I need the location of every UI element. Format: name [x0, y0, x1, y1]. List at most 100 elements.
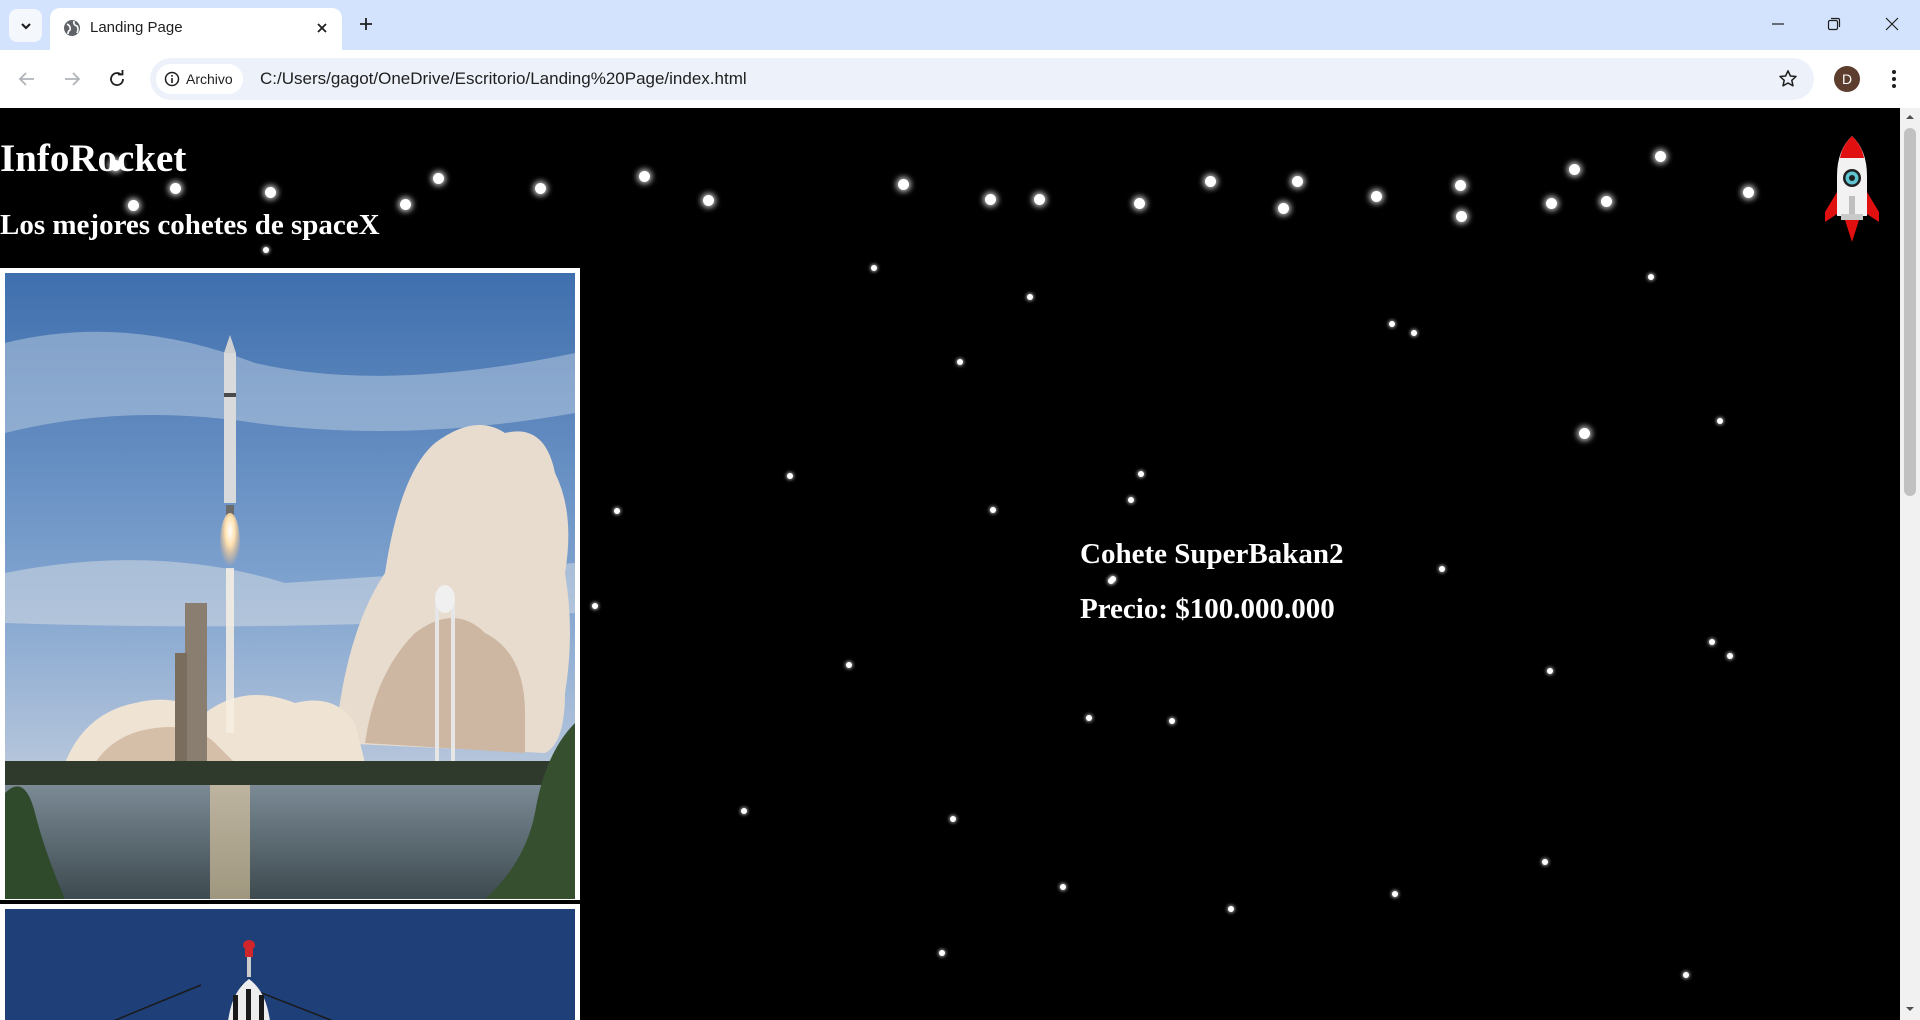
star-dot — [639, 171, 650, 182]
tab-close-button[interactable] — [310, 16, 334, 40]
star-dot — [535, 183, 546, 194]
star-dot — [263, 247, 269, 253]
star-dot — [1717, 418, 1723, 424]
star-dot — [1655, 151, 1666, 162]
chevron-down-icon — [20, 22, 31, 30]
star-dot — [1547, 668, 1553, 674]
star-dot — [950, 816, 956, 822]
rocket-launch-photo — [5, 273, 575, 899]
star-dot — [592, 603, 598, 609]
page-scrollbar[interactable] — [1900, 108, 1920, 1020]
info-icon — [164, 71, 180, 87]
browser-toolbar: Archivo C:/Users/gagot/OneDrive/Escritor… — [0, 50, 1920, 108]
close-window-icon — [1885, 17, 1899, 31]
star-dot — [1138, 471, 1144, 477]
star-dot — [1648, 274, 1654, 280]
star-dot — [1579, 428, 1590, 439]
star-dot — [1371, 191, 1382, 202]
star-dot — [1455, 180, 1466, 191]
scroll-up-icon[interactable] — [1905, 112, 1915, 122]
star-dot — [787, 473, 793, 479]
star-dot — [871, 265, 877, 271]
star-dot — [990, 507, 996, 513]
forward-button[interactable] — [56, 63, 88, 95]
star-dot — [1027, 294, 1033, 300]
star-dot — [898, 179, 909, 190]
star-dot — [985, 194, 996, 205]
star-dot — [1601, 196, 1612, 207]
star-dot — [1034, 194, 1045, 205]
rocket-logo — [1825, 136, 1879, 242]
star-dot — [1134, 198, 1145, 209]
star-icon — [1779, 70, 1797, 87]
star-dot — [1456, 211, 1467, 222]
star-dot — [170, 183, 181, 194]
star-dot — [846, 662, 852, 668]
rocket-nose-photo — [5, 909, 575, 1020]
address-bar[interactable]: Archivo C:/Users/gagot/OneDrive/Escritor… — [150, 58, 1814, 100]
reload-icon — [110, 70, 124, 86]
page-subtitle: Los mejores cohetes de spaceX — [0, 209, 380, 241]
product-info: Cohete SuperBakan2 Precio: $100.000.000 — [1080, 538, 1343, 626]
product-name: Cohete SuperBakan2 — [1080, 538, 1344, 570]
new-tab-button[interactable] — [352, 10, 380, 38]
kebab-menu-icon — [1892, 70, 1896, 88]
star-dot — [703, 195, 714, 206]
tab-search-button[interactable] — [9, 9, 42, 42]
scroll-down-icon[interactable] — [1905, 1004, 1915, 1014]
star-dot — [1709, 639, 1715, 645]
browser-menu-button[interactable] — [1879, 64, 1909, 94]
star-dot — [1292, 176, 1303, 187]
star-dot — [1228, 906, 1234, 912]
reload-button[interactable] — [101, 63, 133, 95]
star-dot — [1128, 497, 1134, 503]
url-text[interactable]: C:/Users/gagot/OneDrive/Escritorio/Landi… — [260, 69, 747, 89]
minimize-button[interactable] — [1750, 0, 1806, 48]
star-dot — [1060, 884, 1066, 890]
star-dot — [1542, 859, 1548, 865]
star-dot — [1569, 164, 1580, 175]
rocket-launch-image — [0, 268, 580, 900]
back-button[interactable] — [11, 63, 43, 95]
site-info-chip[interactable]: Archivo — [156, 64, 243, 94]
star-dot — [1683, 972, 1689, 978]
star-dot — [741, 808, 747, 814]
star-dot — [433, 173, 444, 184]
star-dot — [1169, 718, 1175, 724]
page-viewport: InfoRocket Los mejores cohetes de spaceX — [0, 108, 1900, 1020]
star-dot — [1086, 715, 1092, 721]
page-title: InfoRocket — [0, 137, 187, 180]
star-dot — [939, 950, 945, 956]
star-dot — [957, 359, 963, 365]
star-dot — [1205, 176, 1216, 187]
star-dot — [1392, 891, 1398, 897]
star-dot — [1278, 203, 1289, 214]
star-dot — [1389, 321, 1395, 327]
back-arrow-icon — [18, 72, 34, 86]
star-dot — [1743, 187, 1754, 198]
rocket-nose-image — [0, 904, 580, 1020]
restore-icon — [1827, 17, 1841, 31]
star-dot — [1546, 198, 1557, 209]
star-dot — [1727, 653, 1733, 659]
minimize-icon — [1772, 23, 1784, 25]
close-icon — [317, 23, 327, 33]
forward-arrow-icon — [65, 72, 81, 86]
profile-avatar[interactable]: D — [1834, 66, 1860, 92]
tab-title: Landing Page — [90, 19, 183, 36]
close-window-button[interactable] — [1864, 0, 1920, 48]
plus-icon — [360, 18, 372, 30]
bookmark-button[interactable] — [1776, 67, 1800, 91]
site-chip-label: Archivo — [186, 71, 233, 87]
star-dot — [1411, 330, 1417, 336]
star-dot — [400, 199, 411, 210]
product-price: Precio: $100.000.000 — [1080, 593, 1335, 625]
star-dot — [614, 508, 620, 514]
star-dot — [1439, 566, 1445, 572]
scroll-thumb[interactable] — [1904, 128, 1916, 496]
browser-tab[interactable]: Landing Page — [50, 8, 342, 50]
browser-tabstrip: Landing Page — [0, 0, 1920, 50]
star-dot — [265, 187, 276, 198]
globe-icon — [64, 20, 80, 36]
restore-button[interactable] — [1806, 0, 1862, 48]
